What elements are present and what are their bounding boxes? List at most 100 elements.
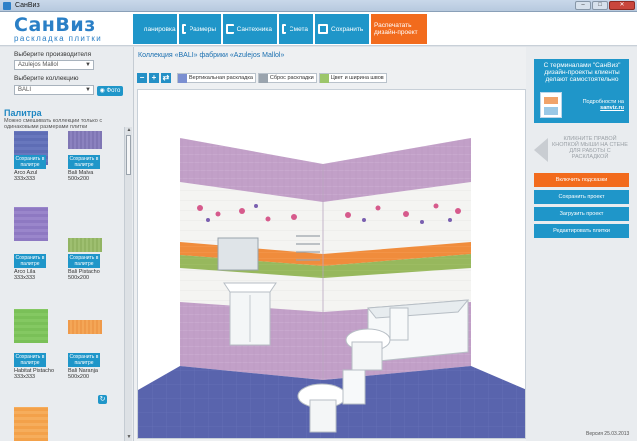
promo-banner[interactable]: С терминалами "СанВиз" дизайн-проекты кл… bbox=[534, 59, 629, 123]
arrow-left-icon bbox=[534, 138, 548, 162]
collection-title: Коллекция «BALI» фабрики «Azulejos Mallo… bbox=[138, 52, 285, 59]
collection-select[interactable]: BALI ▼ bbox=[14, 85, 94, 95]
reset-icon bbox=[258, 73, 268, 83]
tile-swatch bbox=[68, 320, 102, 334]
tile-swatch bbox=[14, 309, 48, 343]
tile-size: 500x200 bbox=[68, 275, 90, 281]
tile-size: 333x333 bbox=[14, 176, 36, 182]
tile-swatch bbox=[68, 238, 102, 252]
view-toolbar: − + ⇄ Вертикальная раскладка Сброс раскл… bbox=[137, 73, 387, 83]
seam-icon bbox=[319, 73, 329, 83]
terminal-box-image bbox=[540, 92, 562, 118]
tile-habitat-pistacho[interactable] bbox=[14, 309, 48, 343]
window-title: СанВиз bbox=[15, 2, 40, 9]
rotate-icon[interactable]: ⇄ bbox=[161, 73, 171, 83]
hint-text: КЛИКНИТЕ ПРАВОЙ КНОПКОЙ МЫШИ НА СТЕНЕ ДЛ… bbox=[552, 136, 628, 160]
version-label: Версия 25.03.2013 bbox=[586, 431, 630, 437]
chevron-down-icon: ▼ bbox=[85, 87, 91, 93]
nav-label: Сохранить bbox=[331, 25, 364, 33]
save-to-palette-button[interactable]: Сохранить в палитре bbox=[68, 254, 100, 268]
tile-arco-lila[interactable] bbox=[14, 207, 48, 241]
bath-icon bbox=[226, 24, 234, 34]
nav-label: Сантехника bbox=[236, 25, 272, 33]
chevron-down-icon: ▼ bbox=[85, 62, 91, 68]
tile-size: 500x200 bbox=[68, 176, 90, 182]
edit-tiles-button[interactable]: Редактировать плитки bbox=[534, 224, 629, 238]
app-header: СанВиз раскладка плитки Планировка Разме… bbox=[0, 12, 637, 46]
manufacturer-label: Выберите производителя bbox=[14, 51, 92, 58]
logo-brand: СанВиз bbox=[14, 14, 96, 36]
nav-label: Размеры bbox=[188, 25, 216, 33]
3d-room-viewport[interactable] bbox=[137, 89, 526, 439]
scroll-down-icon[interactable]: ▼ bbox=[125, 434, 133, 441]
tile-size: 500x200 bbox=[68, 374, 90, 380]
tile-swatch bbox=[14, 207, 48, 241]
tile-bali-pistacho[interactable] bbox=[68, 238, 102, 252]
room-render bbox=[138, 138, 525, 438]
nav-dimensions-button[interactable]: Размеры bbox=[179, 14, 221, 44]
photo-button[interactable]: ◉ Фото bbox=[97, 86, 123, 96]
collection-label: Выберите коллекцию bbox=[14, 75, 79, 82]
promo-more: Подробности на sanviz.ru bbox=[574, 99, 624, 111]
save-to-palette-button[interactable]: Сохранить в палитре bbox=[68, 155, 100, 169]
maximize-button[interactable]: □ bbox=[592, 1, 608, 10]
tile-size: 333x333 bbox=[14, 275, 36, 281]
manufacturer-select[interactable]: Azulejos Mallol ▼ bbox=[14, 60, 94, 70]
load-project-button[interactable]: Загрузить проект bbox=[534, 207, 629, 221]
save-to-palette-button[interactable]: Сохранить в палитре bbox=[14, 155, 46, 169]
tile-size: 333x333 bbox=[14, 374, 36, 380]
collection-value: BALI bbox=[18, 87, 32, 93]
print-design-button[interactable]: Распечатать дизайн-проект bbox=[371, 14, 427, 44]
nav-save-button[interactable]: Сохранить bbox=[315, 14, 369, 44]
photo-label: Фото bbox=[106, 88, 121, 94]
scrollbar-thumb[interactable] bbox=[126, 135, 131, 175]
vertical-layout-label: Вертикальная раскладка bbox=[189, 75, 253, 81]
promo-text: С терминалами "СанВиз" дизайн-проекты кл… bbox=[543, 62, 621, 83]
left-panel: Выберите производителя Azulejos Mallol ▼… bbox=[0, 47, 134, 441]
vertical-layout-button[interactable]: Вертикальная раскладка bbox=[177, 73, 256, 83]
nav-label: Планировка bbox=[139, 25, 176, 33]
manufacturer-value: Azulejos Mallol bbox=[18, 62, 59, 68]
nav-estimate-button[interactable]: Смета bbox=[279, 14, 313, 44]
tile-bali-naranja[interactable] bbox=[68, 320, 102, 334]
refresh-icon[interactable]: ↻ bbox=[98, 395, 107, 404]
minimize-button[interactable]: – bbox=[575, 1, 591, 10]
main-area: Коллекция «BALI» фабрики «Azulejos Mallo… bbox=[134, 47, 526, 441]
reset-layout-button[interactable]: Сброс раскладки bbox=[257, 73, 317, 83]
scroll-up-icon[interactable]: ▲ bbox=[125, 127, 133, 134]
reset-layout-label: Сброс раскладки bbox=[269, 75, 314, 81]
tile-swatch bbox=[14, 407, 48, 441]
zoom-in-icon[interactable]: + bbox=[149, 73, 159, 83]
tile-bali-malva[interactable] bbox=[68, 131, 102, 149]
camera-icon: ◉ bbox=[99, 88, 107, 94]
nav-plumbing-button[interactable]: Сантехника bbox=[223, 14, 277, 44]
save-project-button[interactable]: Сохранить проект bbox=[534, 190, 629, 204]
palette-note: Можно смешивать коллекции только с одина… bbox=[4, 118, 103, 130]
logo: СанВиз раскладка плитки bbox=[14, 15, 102, 43]
ruler-icon bbox=[182, 24, 190, 34]
right-click-hint: КЛИКНИТЕ ПРАВОЙ КНОПКОЙ МЫШИ НА СТЕНЕ ДЛ… bbox=[534, 134, 629, 168]
promo-link[interactable]: sanviz.ru bbox=[600, 105, 624, 111]
logo-tagline: раскладка плитки bbox=[14, 34, 103, 43]
palette-title: Палитра bbox=[4, 108, 42, 118]
save-to-palette-button[interactable]: Сохранить в палитре bbox=[68, 353, 100, 367]
tile-swatch bbox=[68, 131, 102, 149]
save-to-palette-button[interactable]: Сохранить в палитре bbox=[14, 254, 46, 268]
nav-layout-button[interactable]: Планировка bbox=[133, 14, 177, 44]
main-nav: Планировка Размеры Сантехника Смета Сохр… bbox=[133, 14, 427, 44]
seam-color-label: Цвет и ширина швов bbox=[330, 75, 384, 81]
window-titlebar: СанВиз – □ ✕ bbox=[0, 0, 637, 12]
right-panel: С терминалами "СанВиз" дизайн-проекты кл… bbox=[526, 47, 637, 441]
save-icon bbox=[318, 24, 328, 34]
seam-color-button[interactable]: Цвет и ширина швов bbox=[318, 73, 387, 83]
zoom-out-icon[interactable]: − bbox=[137, 73, 147, 83]
estimate-icon bbox=[282, 24, 290, 34]
enable-hints-button[interactable]: Включить подсказки bbox=[534, 173, 629, 187]
app-icon bbox=[3, 1, 11, 10]
close-button[interactable]: ✕ bbox=[609, 1, 635, 10]
nav-label: Смета bbox=[288, 25, 308, 33]
palette-scrollbar[interactable]: ▲ ▼ bbox=[124, 127, 132, 441]
save-to-palette-button[interactable]: Сохранить в палитре bbox=[14, 353, 46, 367]
tile-orange[interactable] bbox=[14, 407, 48, 441]
nav-label: Распечатать дизайн-проект bbox=[374, 22, 418, 36]
